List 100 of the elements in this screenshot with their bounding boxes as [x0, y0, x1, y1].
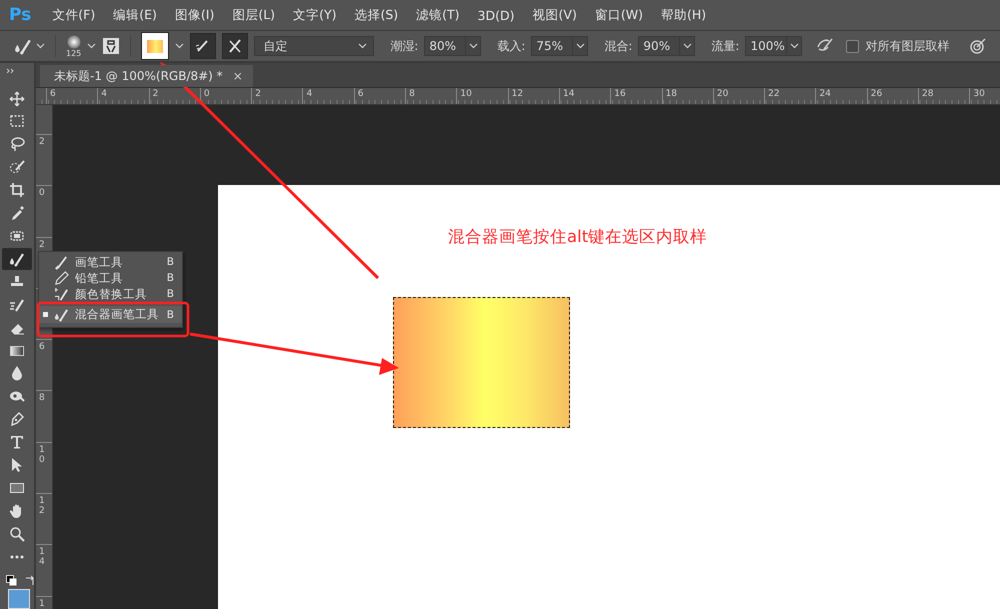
ruler-label: 10: [460, 89, 472, 99]
caret-icon: [576, 43, 585, 49]
ruler-label: 12: [512, 89, 524, 99]
number-field[interactable]: 100%: [745, 36, 802, 56]
menu-item[interactable]: 文件(F): [45, 6, 102, 24]
menu-item[interactable]: 图层(L): [225, 6, 282, 24]
ruler-label: 2: [39, 138, 46, 148]
color-replace-icon: [54, 286, 69, 302]
ruler-label: 14: [39, 548, 46, 568]
foreground-color-swatch[interactable]: [8, 588, 30, 609]
zoom-icon: [9, 526, 25, 542]
tool-name: 铅笔工具: [75, 270, 124, 286]
caret-icon: [87, 43, 96, 49]
brush-size: 125: [66, 48, 82, 58]
preset-dropdown[interactable]: 自定: [254, 36, 374, 56]
menu-item[interactable]: 滤镜(T): [409, 6, 467, 24]
menu-item[interactable]: 视图(V): [526, 6, 584, 24]
menu-item[interactable]: 3D(D): [470, 8, 522, 22]
field-label: 潮湿:: [390, 38, 418, 54]
pencil-icon: [54, 270, 69, 286]
selection-marker: [43, 312, 48, 317]
history-brush-icon: [9, 296, 25, 313]
ruler-label: 24: [819, 89, 831, 99]
ruler-label: 26: [870, 89, 882, 99]
menu-item[interactable]: 窗口(W): [588, 6, 650, 24]
field-label: 载入:: [497, 38, 526, 54]
ruler-label: 2: [39, 240, 46, 250]
ruler-label: 1: [39, 600, 46, 609]
menu-item[interactable]: 选择(S): [347, 6, 406, 24]
clean-brush-button[interactable]: [222, 33, 248, 59]
menu-item[interactable]: 混合器画笔工具 B: [39, 306, 182, 323]
tool-name: 混合器画笔工具: [75, 307, 160, 322]
dashed-rectangle-icon: [9, 113, 25, 130]
caret-icon: [36, 43, 45, 49]
ruler-label: 18: [666, 89, 678, 99]
menu-item[interactable]: 文字(Y): [286, 6, 344, 24]
tool-name: 颜色替换工具: [75, 286, 148, 302]
checkbox-label: 对所有图层取样: [865, 38, 950, 54]
brush-icon: [54, 254, 69, 270]
pen-icon: [9, 411, 25, 428]
ruler-label: 10: [39, 446, 46, 466]
ruler-label: 12: [39, 497, 46, 517]
close-button[interactable]: ×: [232, 69, 243, 83]
crop-icon: [9, 182, 25, 198]
ruler-label: 6: [39, 343, 46, 354]
brush-cross-icon: [227, 38, 244, 54]
ruler-label: 8: [39, 394, 46, 404]
document-tab[interactable]: 未标题-1 @ 100%(RGB/8#) * ×: [40, 65, 253, 87]
paint-swatch[interactable]: [141, 32, 170, 60]
ruler-label: 6: [50, 89, 56, 99]
number-field[interactable]: 75%: [531, 36, 588, 56]
lasso-icon: [9, 136, 25, 152]
mixer-brush-icon: [54, 307, 69, 322]
ruler-label: 2: [255, 89, 261, 99]
shortcut-label: B: [166, 308, 174, 320]
eyedropper-icon: [9, 205, 25, 222]
menu-item[interactable]: 编辑(E): [106, 6, 164, 24]
menu-item[interactable]: 帮助(H): [654, 6, 714, 24]
gradient-thumbnail: [147, 40, 164, 52]
ruler-label: 20: [716, 89, 728, 99]
drop-icon: [9, 365, 25, 382]
mixer-brush-icon: [14, 37, 32, 55]
number-field[interactable]: 90%: [638, 36, 696, 56]
move-arrows-icon: [9, 90, 25, 107]
tool-button[interactable]: [2, 248, 32, 270]
ruler-label: 4: [101, 89, 108, 99]
default-colors-icon: [6, 574, 17, 586]
ruler-label: 30: [973, 89, 985, 99]
menu-item[interactable]: 铅笔工具 B: [39, 270, 182, 286]
annotation-text: 混合器画笔按住alt键在选区内取样: [448, 226, 708, 248]
swap-colors-icon: [25, 574, 36, 586]
shortcut-label: B: [166, 256, 174, 268]
more-icon: [9, 554, 25, 559]
ruler-label: 6: [358, 89, 364, 99]
ruler-label: 22: [768, 89, 780, 99]
field-label: 混合:: [604, 38, 632, 54]
checkbox[interactable]: [846, 40, 860, 52]
quick-select-icon: [9, 159, 25, 176]
number-field[interactable]: 80%: [424, 36, 482, 56]
menu-item[interactable]: 画笔工具 B: [39, 254, 182, 270]
ruler-label: 2: [152, 89, 158, 99]
collapse-icon: [6, 68, 16, 74]
caret-icon: [682, 43, 692, 49]
brush-tip-preview[interactable]: 125: [66, 34, 82, 58]
load-brush-button[interactable]: [190, 33, 216, 59]
menu-item[interactable]: 颜色替换工具 B: [39, 286, 182, 302]
type-icon: [9, 434, 25, 450]
pressure-icon: [969, 37, 988, 55]
ruler-label: 28: [922, 89, 934, 99]
ruler-label: 14: [562, 89, 574, 99]
caret-icon: [175, 43, 184, 49]
caret-icon: [468, 43, 478, 49]
brush-panel-icon: [102, 37, 120, 55]
menu-item[interactable]: 图像(I): [168, 6, 222, 24]
shortcut-label: B: [166, 272, 174, 284]
mixer-brush-icon: [9, 250, 25, 267]
app-logo: Ps: [8, 5, 32, 25]
tool-name: 画笔工具: [75, 254, 124, 270]
ruler-label: 16: [614, 89, 626, 99]
tab-title: 未标题-1 @ 100%(RGB/8#) *: [54, 68, 223, 84]
